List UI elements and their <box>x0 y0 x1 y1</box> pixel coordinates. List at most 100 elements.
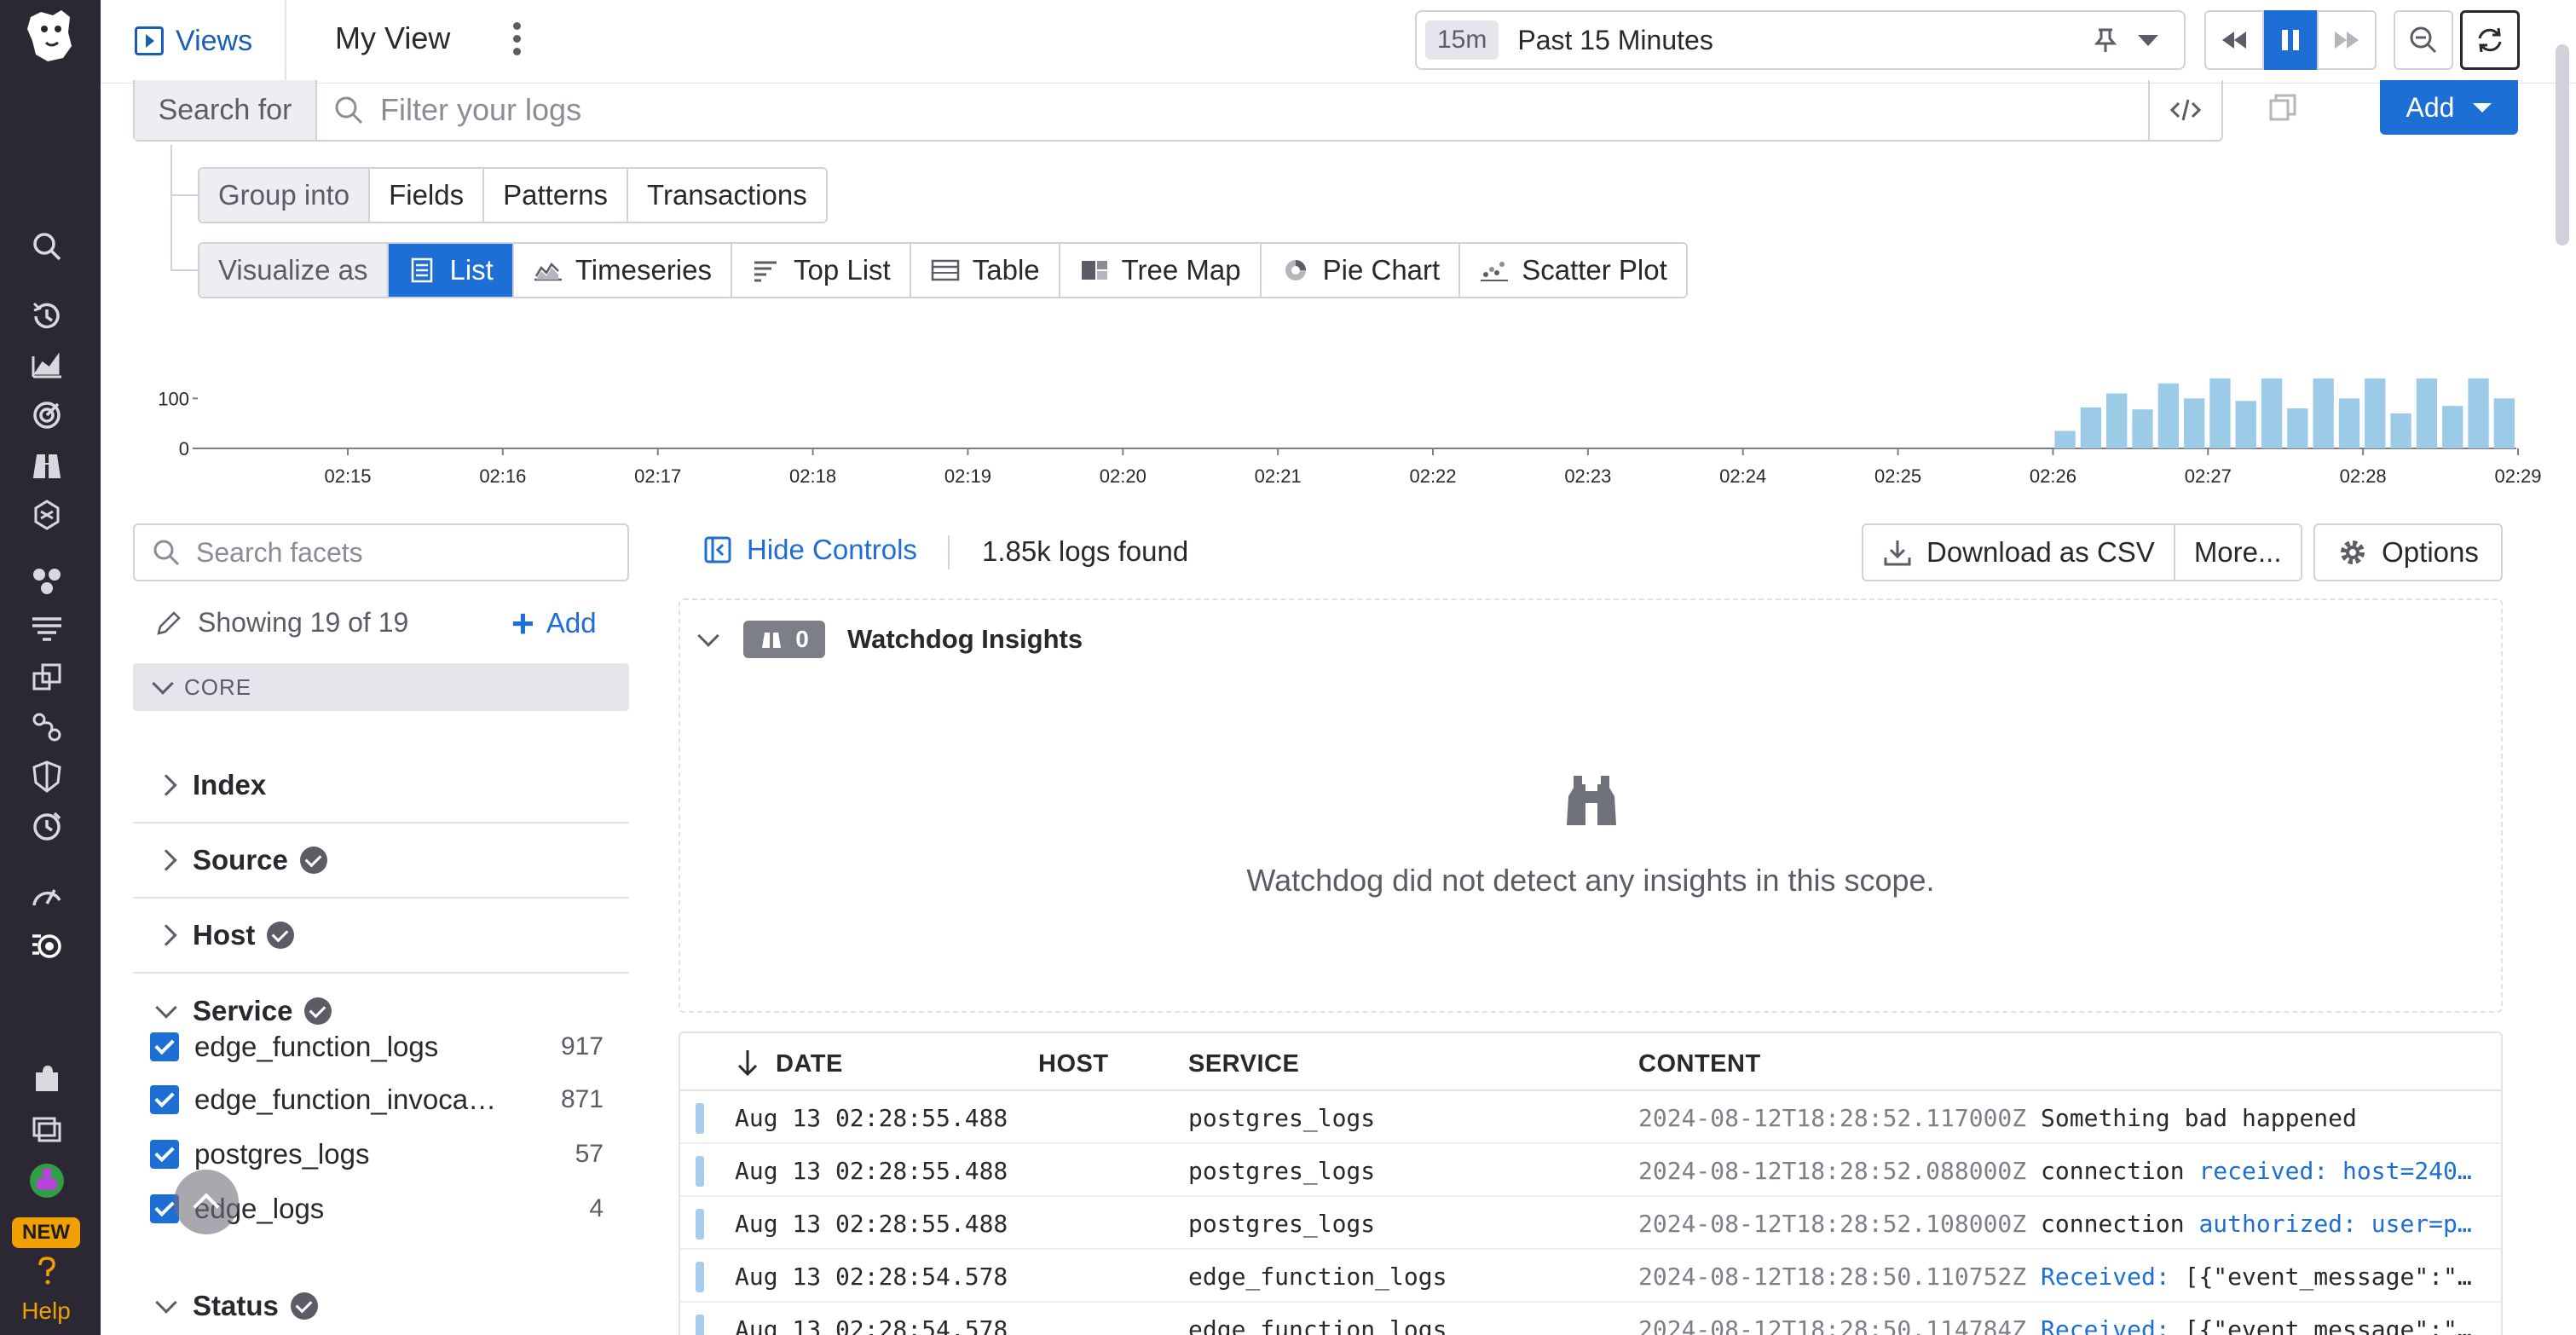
column-header-date[interactable]: DATE <box>776 1050 843 1078</box>
histogram-bar[interactable] <box>2338 398 2360 448</box>
histogram-bar[interactable] <box>2416 378 2438 448</box>
hide-controls-button[interactable]: Hide Controls <box>702 534 917 566</box>
synthetics-nav-icon[interactable] <box>29 808 65 844</box>
histogram-bar[interactable] <box>2054 431 2076 448</box>
copy-icon[interactable] <box>2267 92 2298 123</box>
rum-nav-icon[interactable] <box>29 928 65 963</box>
page-scrollbar[interactable] <box>2556 44 2569 246</box>
facet-label: Status <box>193 1290 279 1321</box>
history-nav-icon[interactable] <box>29 298 65 334</box>
refresh-button[interactable] <box>2460 10 2520 70</box>
search-for-label: Search for <box>135 80 317 140</box>
histogram-bar[interactable] <box>2287 408 2308 448</box>
viz-list-option[interactable]: List <box>388 244 514 297</box>
integrations-nav-icon[interactable] <box>29 496 65 532</box>
network-nav-icon[interactable] <box>29 709 65 745</box>
code-view-button[interactable] <box>2148 80 2221 140</box>
add-facet-button[interactable]: + Add <box>511 604 597 643</box>
scroll-to-top-button[interactable] <box>174 1170 239 1234</box>
user-avatar-icon[interactable] <box>29 1163 65 1199</box>
table-row[interactable]: Aug 13 02:28:54.578 edge_function_logs 2… <box>680 1303 2501 1335</box>
facet-host[interactable]: Host <box>133 899 629 974</box>
view-menu-icon[interactable] <box>508 19 525 61</box>
step-forward-button[interactable] <box>2317 10 2377 70</box>
histogram-bar[interactable] <box>2132 409 2153 448</box>
column-header-host[interactable]: HOST <box>1038 1050 1109 1078</box>
histogram-bar[interactable] <box>2106 393 2128 448</box>
options-button[interactable]: Options <box>2313 523 2503 581</box>
table-row[interactable]: Aug 13 02:28:55.488 postgres_logs 2024-0… <box>680 1197 2501 1250</box>
views-button[interactable]: Views <box>135 17 252 65</box>
download-csv-button[interactable]: Download as CSV <box>1863 525 2175 580</box>
histogram-bar[interactable] <box>2390 413 2411 448</box>
watchdog-nav-icon[interactable] <box>29 447 65 483</box>
viz-piechart-option[interactable]: Pie Chart <box>1261 244 1461 297</box>
time-picker[interactable]: 15m Past 15 Minutes <box>1415 10 2186 70</box>
service-facet-value[interactable]: edge_function_invocation_logs 871 <box>150 1076 627 1124</box>
log-volume-histogram[interactable]: 100 0 02:15 02:16 02:17 02:18 02:19 02:20 02:21 0… <box>128 358 2549 494</box>
viz-toplist-option[interactable]: Top List <box>732 244 911 297</box>
dashboards-nav-icon[interactable] <box>29 348 65 384</box>
datadog-logo-icon[interactable] <box>19 3 82 66</box>
chevron-down-icon[interactable] <box>2138 34 2158 46</box>
more-button[interactable]: More... <box>2175 525 2301 580</box>
histogram-bar[interactable] <box>2261 378 2283 448</box>
facet-index[interactable]: Index <box>133 748 629 824</box>
facet-group-core[interactable]: CORE <box>133 663 629 711</box>
checkbox-checked[interactable] <box>150 1085 179 1114</box>
table-row[interactable]: Aug 13 02:28:55.488 postgres_logs 2024-0… <box>680 1144 2501 1197</box>
histogram-bar[interactable] <box>2313 378 2334 448</box>
security-nav-icon[interactable] <box>29 759 65 795</box>
table-row[interactable]: Aug 13 02:28:55.488 postgres_logs 2024-0… <box>680 1091 2501 1144</box>
facet-status[interactable]: Status <box>133 1269 629 1335</box>
viz-scatterplot-option[interactable]: Scatter Plot <box>1460 244 1686 297</box>
help-label[interactable]: Help <box>0 1297 92 1325</box>
pin-icon[interactable] <box>2088 23 2123 57</box>
histogram-bar[interactable] <box>2080 407 2102 448</box>
extensions-nav-icon[interactable] <box>29 1060 65 1096</box>
group-fields-option[interactable]: Fields <box>370 169 485 222</box>
apm-nav-icon[interactable] <box>29 660 65 696</box>
viz-option-label: Tree Map <box>1121 254 1241 286</box>
view-title[interactable]: My View <box>335 20 450 56</box>
performance-nav-icon[interactable] <box>29 878 65 914</box>
search-nav-icon[interactable] <box>29 228 65 264</box>
histogram-bar[interactable] <box>2209 378 2231 448</box>
logs-nav-icon[interactable] <box>29 610 65 646</box>
zoom-out-button[interactable] <box>2394 10 2453 70</box>
column-header-content[interactable]: CONTENT <box>1638 1050 1761 1078</box>
column-header-service[interactable]: SERVICE <box>1188 1050 1299 1078</box>
histogram-bar[interactable] <box>2183 398 2205 448</box>
table-row[interactable]: Aug 13 02:28:54.578 edge_function_logs 2… <box>680 1250 2501 1303</box>
help-icon[interactable] <box>29 1253 65 1289</box>
facet-search-field[interactable] <box>133 523 629 581</box>
group-transactions-option[interactable]: Transactions <box>628 169 826 222</box>
viz-timeseries-option[interactable]: Timeseries <box>513 244 732 297</box>
facet-source[interactable]: Source <box>133 824 629 899</box>
viz-table-option[interactable]: Table <box>910 244 1060 297</box>
watchdog-header[interactable]: 0 Watchdog Insights <box>697 621 1083 658</box>
viz-treemap-option[interactable]: Tree Map <box>1060 244 1262 297</box>
infrastructure-nav-icon[interactable] <box>29 563 65 598</box>
sort-descending-icon[interactable] <box>735 1047 760 1078</box>
step-back-button[interactable] <box>2204 10 2264 70</box>
histogram-bar[interactable] <box>2442 406 2463 448</box>
histogram-bar[interactable] <box>2493 398 2515 448</box>
histogram-bar[interactable] <box>2157 383 2179 448</box>
pause-button[interactable] <box>2264 10 2317 70</box>
notebooks-nav-icon[interactable] <box>29 1110 65 1146</box>
edit-pencil-icon[interactable] <box>153 608 184 639</box>
service-facet-value[interactable]: edge_function_logs 917 <box>150 1023 627 1071</box>
monitors-nav-icon[interactable] <box>29 397 65 433</box>
checkbox-checked[interactable] <box>150 1140 179 1169</box>
code-icon <box>2169 99 2202 121</box>
service-facet-value[interactable]: postgres_logs 57 <box>150 1130 627 1178</box>
add-query-button[interactable]: Add <box>2380 80 2518 135</box>
histogram-bar[interactable] <box>2235 401 2256 448</box>
group-patterns-option[interactable]: Patterns <box>484 169 629 222</box>
histogram-bar[interactable] <box>2468 378 2489 448</box>
facet-search-input[interactable] <box>196 536 627 569</box>
checkbox-checked[interactable] <box>150 1032 179 1061</box>
log-search-input[interactable] <box>380 92 2148 128</box>
histogram-bar[interactable] <box>2365 378 2386 448</box>
